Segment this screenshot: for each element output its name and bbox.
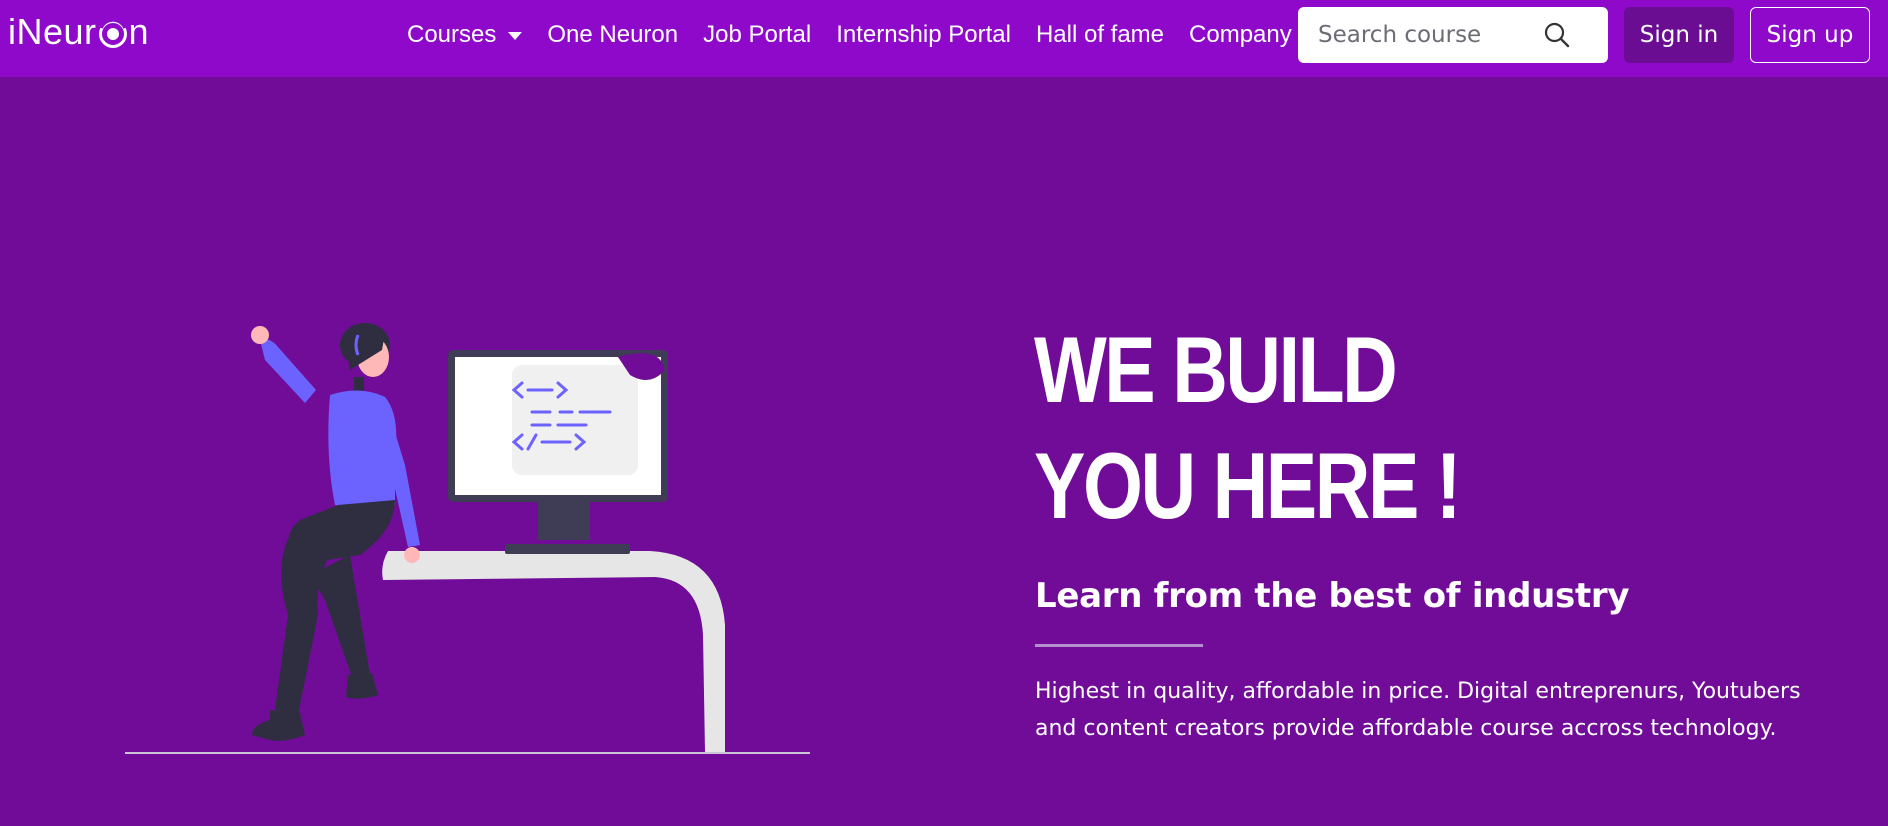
chevron-down-icon <box>508 32 523 40</box>
nav-item-label: Job Portal <box>703 21 812 48</box>
keyboard <box>505 544 630 554</box>
nav-item-label: Hall of fame <box>1035 21 1165 48</box>
hero-divider <box>1035 644 1203 647</box>
person-figure <box>251 323 420 741</box>
hero-description: Highest in quality, affordable in price.… <box>1035 679 1801 741</box>
nav-item-label: Company <box>1189 21 1292 48</box>
search-box <box>1298 7 1608 63</box>
hero-illustration <box>125 323 810 754</box>
hero-subtitle: Learn from the best of industry <box>1035 576 1630 616</box>
nav-item-courses[interactable]: Courses <box>407 21 523 49</box>
monitor <box>448 350 668 540</box>
hero-headline-line-2: YOU HERE ! <box>1034 433 1462 538</box>
navbar: iNeur n Courses One Neuron Job Portal In… <box>0 0 1888 77</box>
nav-item-label: Courses <box>407 21 497 48</box>
sign-in-button[interactable]: Sign in <box>1624 7 1734 63</box>
logo-text-end: n <box>128 11 150 52</box>
nav-item-job-portal[interactable]: Job Portal <box>703 21 811 49</box>
sign-up-button[interactable]: Sign up <box>1750 7 1870 63</box>
hero-headline-line-1: WE BUILD <box>1034 317 1398 422</box>
search-input[interactable] <box>1298 7 1538 63</box>
ineuron-logo[interactable]: iNeur n <box>8 10 149 54</box>
search-icon[interactable] <box>1543 21 1571 49</box>
desk <box>382 551 725 752</box>
main-nav: Courses One Neuron Job Portal Internship… <box>407 0 1318 70</box>
logo-neuron-icon <box>98 19 127 48</box>
hero-headline: WE BUILD YOU HERE ! <box>1034 312 1462 544</box>
nav-item-internship-portal[interactable]: Internship Portal <box>836 21 1011 49</box>
logo-text-start: iNeur <box>8 11 97 52</box>
nav-item-label: Internship Portal <box>836 21 1011 48</box>
nav-item-hall-of-fame[interactable]: Hall of fame <box>1036 21 1164 49</box>
nav-item-label: One Neuron <box>547 21 679 48</box>
nav-item-one-neuron[interactable]: One Neuron <box>547 21 678 49</box>
